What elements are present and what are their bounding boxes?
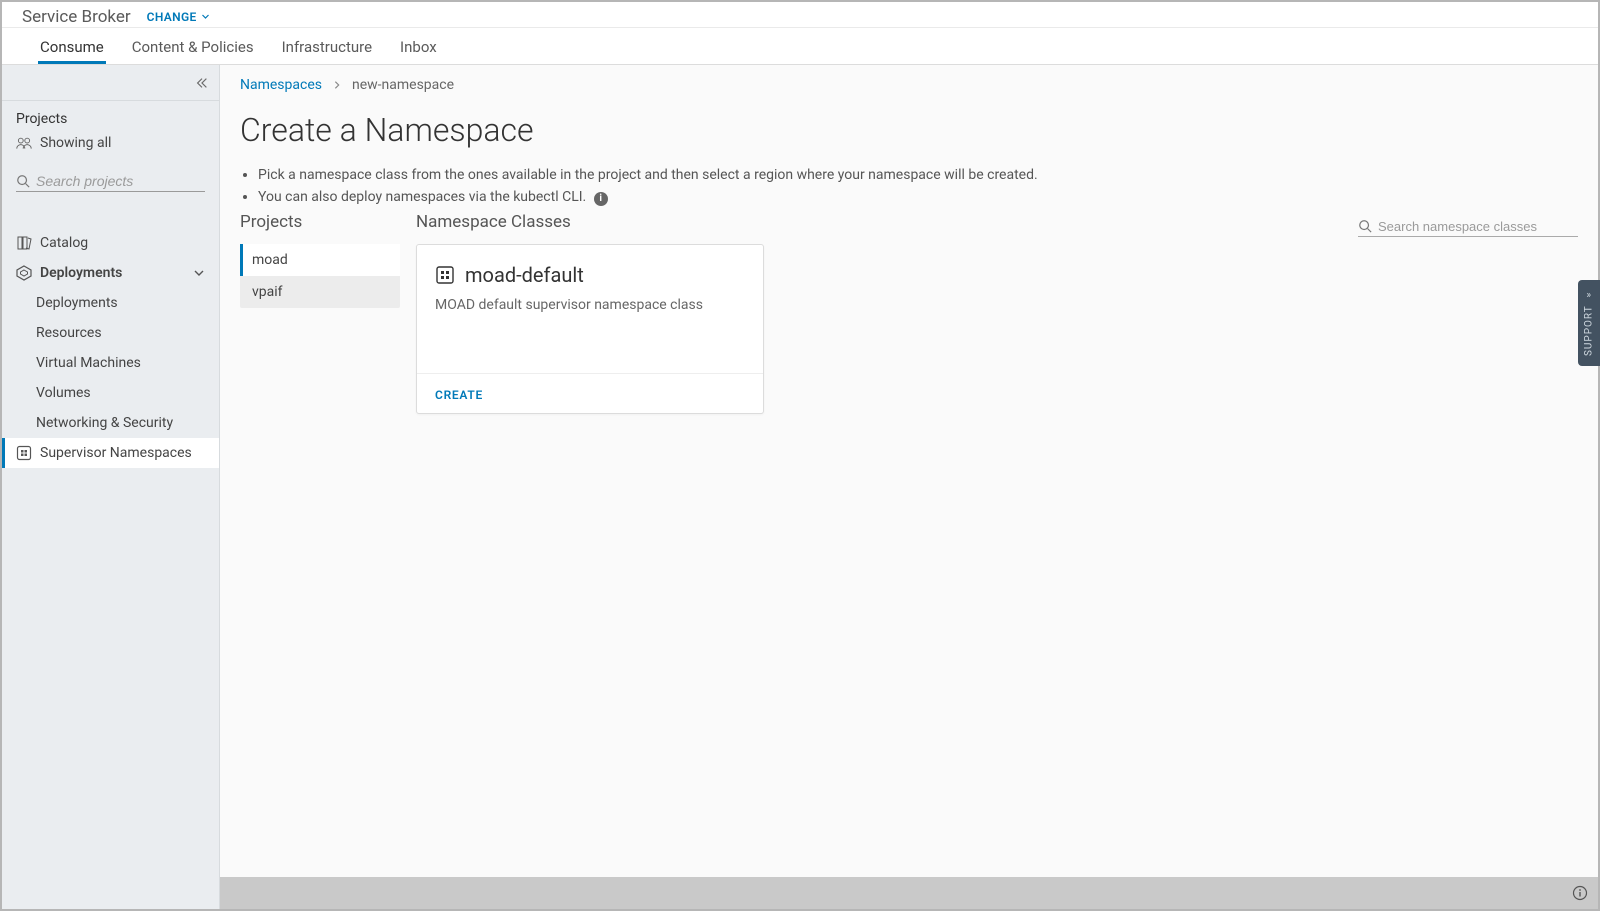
create-button[interactable]: CREATE xyxy=(435,388,483,402)
nav-supervisor-namespaces[interactable]: Supervisor Namespaces xyxy=(2,438,219,468)
classes-search[interactable] xyxy=(1358,219,1578,237)
support-label: SUPPORT xyxy=(1584,305,1595,356)
brand-bar: Service Broker CHANGE xyxy=(2,2,1598,28)
double-chevron-up-icon: » xyxy=(1586,290,1592,301)
card-title: moad-default xyxy=(435,263,745,287)
namespace-icon xyxy=(16,445,32,461)
page-description: Pick a namespace class from the ones ava… xyxy=(240,167,1578,206)
chevron-down-icon xyxy=(201,12,210,21)
double-chevron-left-icon xyxy=(195,76,209,90)
main-area: Namespaces new-namespace Create a Namesp… xyxy=(220,65,1598,909)
tab-consume[interactable]: Consume xyxy=(26,38,118,64)
chevron-right-icon xyxy=(332,80,342,90)
breadcrumb-root[interactable]: Namespaces xyxy=(240,77,322,93)
projects-list: moad vpaif xyxy=(240,244,400,308)
nav-vms[interactable]: Virtual Machines xyxy=(2,348,219,378)
nav-deployments-sub[interactable]: Deployments xyxy=(2,288,219,318)
project-item-vpaif[interactable]: vpaif xyxy=(240,276,400,308)
sidebar-search-input[interactable] xyxy=(36,173,217,189)
top-nav: Consume Content & Policies Infrastructur… xyxy=(2,28,1598,65)
info-icon[interactable]: i xyxy=(594,192,608,206)
classes-search-input[interactable] xyxy=(1378,219,1578,234)
nav-resources[interactable]: Resources xyxy=(2,318,219,348)
catalog-icon xyxy=(16,235,32,251)
chevron-down-icon xyxy=(193,267,205,279)
nav-volumes[interactable]: Volumes xyxy=(2,378,219,408)
tab-infrastructure[interactable]: Infrastructure xyxy=(268,38,386,64)
status-bar xyxy=(220,877,1598,909)
namespace-class-icon xyxy=(435,265,455,285)
sidebar: Projects Showing all Catalog Deployments xyxy=(2,65,220,909)
project-item-moad[interactable]: moad xyxy=(240,244,400,276)
sidebar-project-filter[interactable]: Showing all xyxy=(2,135,219,151)
info-circle-icon[interactable] xyxy=(1572,885,1588,901)
page-title: Create a Namespace xyxy=(240,111,1578,149)
sidebar-search[interactable] xyxy=(16,173,205,192)
tab-content-policies[interactable]: Content & Policies xyxy=(118,38,268,64)
sidebar-collapse[interactable] xyxy=(2,65,219,101)
classes-heading: Namespace Classes xyxy=(416,212,571,232)
desc-line-1: Pick a namespace class from the ones ava… xyxy=(258,167,1578,183)
users-icon xyxy=(16,136,32,150)
app-title: Service Broker xyxy=(22,7,131,27)
projects-heading: Projects xyxy=(240,212,400,232)
change-service-link[interactable]: CHANGE xyxy=(147,10,210,24)
sidebar-showing-text: Showing all xyxy=(40,135,111,151)
breadcrumb-current: new-namespace xyxy=(352,77,454,93)
tab-inbox[interactable]: Inbox xyxy=(386,38,451,64)
support-tab[interactable]: SUPPORT » xyxy=(1578,280,1600,366)
namespace-class-card: moad-default MOAD default supervisor nam… xyxy=(416,244,764,414)
breadcrumb: Namespaces new-namespace xyxy=(240,77,1578,93)
nav-deployments[interactable]: Deployments xyxy=(2,258,219,288)
sidebar-projects-heading: Projects xyxy=(16,111,205,127)
card-subtitle: MOAD default supervisor namespace class xyxy=(435,297,745,313)
nav-network[interactable]: Networking & Security xyxy=(2,408,219,438)
nav-catalog[interactable]: Catalog xyxy=(2,228,219,258)
sidebar-nav: Catalog Deployments Deployments Resource… xyxy=(2,228,219,468)
search-icon xyxy=(1358,219,1372,233)
deployments-icon xyxy=(16,265,32,281)
search-icon xyxy=(16,174,30,188)
desc-line-2: You can also deploy namespaces via the k… xyxy=(258,189,1578,206)
change-label: CHANGE xyxy=(147,10,197,24)
